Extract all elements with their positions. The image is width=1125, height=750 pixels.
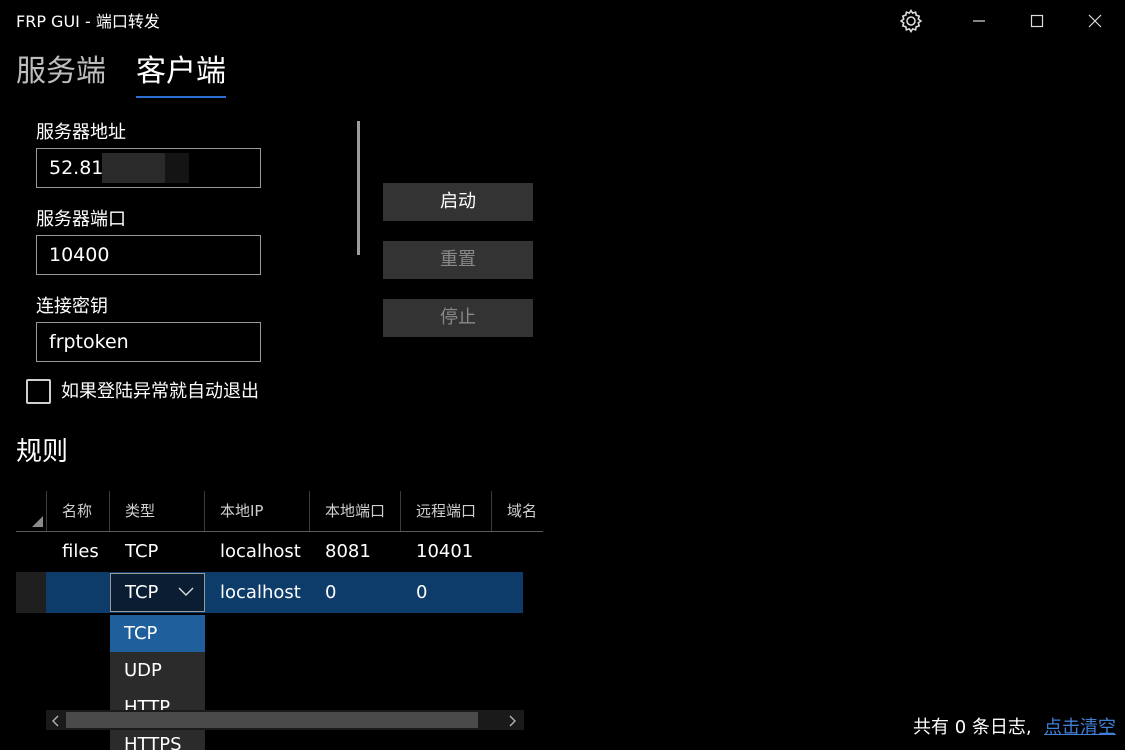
tab-client[interactable]: 客户端 <box>136 52 226 92</box>
auto-exit-label: 如果登陆异常就自动退出 <box>61 381 259 402</box>
cell-type[interactable]: TCP <box>109 532 158 572</box>
window-title: FRP GUI - 端口转发 <box>16 12 160 31</box>
close-button[interactable] <box>1066 0 1124 42</box>
log-count-text: 共有 0 条日志, <box>913 717 1032 738</box>
cell-remote-port[interactable]: 10401 <box>400 532 473 572</box>
chevron-right-icon <box>509 715 516 727</box>
scroll-left-button[interactable] <box>50 713 62 732</box>
settings-button[interactable] <box>882 0 940 42</box>
scrollbar-thumb[interactable] <box>66 712 478 728</box>
server-port-label: 服务器端口 <box>36 209 126 230</box>
dropdown-option-udp[interactable]: UDP <box>110 652 205 689</box>
column-header-domain[interactable]: 域名 <box>491 491 543 531</box>
rules-title: 规则 <box>16 437 69 467</box>
tab-server[interactable]: 服务端 <box>16 52 106 92</box>
column-header-local-ip[interactable]: 本地IP <box>204 491 309 531</box>
dropdown-option-tcp[interactable]: TCP <box>110 615 205 652</box>
row-header[interactable] <box>16 572 46 613</box>
close-icon <box>1088 14 1102 28</box>
maximize-icon <box>1030 14 1044 28</box>
token-input[interactable]: frptoken <box>36 322 261 362</box>
server-address-label: 服务器地址 <box>36 122 126 143</box>
chevron-down-icon <box>178 587 194 596</box>
active-tab-indicator <box>136 96 226 98</box>
maximize-button[interactable] <box>1008 0 1066 42</box>
redaction-mask <box>102 153 165 183</box>
cell-local-ip[interactable]: localhost <box>204 573 301 613</box>
column-header-name[interactable]: 名称 <box>46 491 109 531</box>
redaction-mask <box>165 153 189 183</box>
server-port-input[interactable]: 10400 <box>36 235 261 275</box>
panel-divider <box>357 121 360 255</box>
server-address-value: 52.81. <box>49 157 110 179</box>
type-combobox-value: TCP <box>125 582 159 603</box>
scroll-right-button[interactable] <box>506 713 518 732</box>
cell-local-port[interactable]: 8081 <box>309 532 371 572</box>
server-address-input[interactable]: 52.81. <box>36 148 261 188</box>
select-all-corner[interactable] <box>16 491 46 531</box>
type-combobox[interactable]: TCP <box>110 573 205 612</box>
minimize-icon <box>973 20 985 22</box>
cell-local-port[interactable]: 0 <box>309 573 336 613</box>
column-header-type[interactable]: 类型 <box>109 491 205 531</box>
chevron-left-icon <box>52 715 59 727</box>
auto-exit-checkbox[interactable] <box>26 379 51 404</box>
minimize-button[interactable] <box>950 0 1008 42</box>
column-header-local-port[interactable]: 本地端口 <box>309 491 400 531</box>
start-button[interactable]: 启动 <box>383 183 533 221</box>
cell-local-ip[interactable]: localhost <box>204 532 301 572</box>
corner-triangle-icon <box>32 516 43 527</box>
gear-icon <box>899 8 923 34</box>
reset-button[interactable]: 重置 <box>383 241 533 279</box>
stop-button[interactable]: 停止 <box>383 299 533 337</box>
token-label: 连接密钥 <box>36 296 108 317</box>
cell-remote-port[interactable]: 0 <box>400 573 427 613</box>
column-header-remote-port[interactable]: 远程端口 <box>400 491 491 531</box>
clear-log-link[interactable]: 点击清空 <box>1044 716 1116 740</box>
cell-name[interactable]: files <box>46 532 99 572</box>
